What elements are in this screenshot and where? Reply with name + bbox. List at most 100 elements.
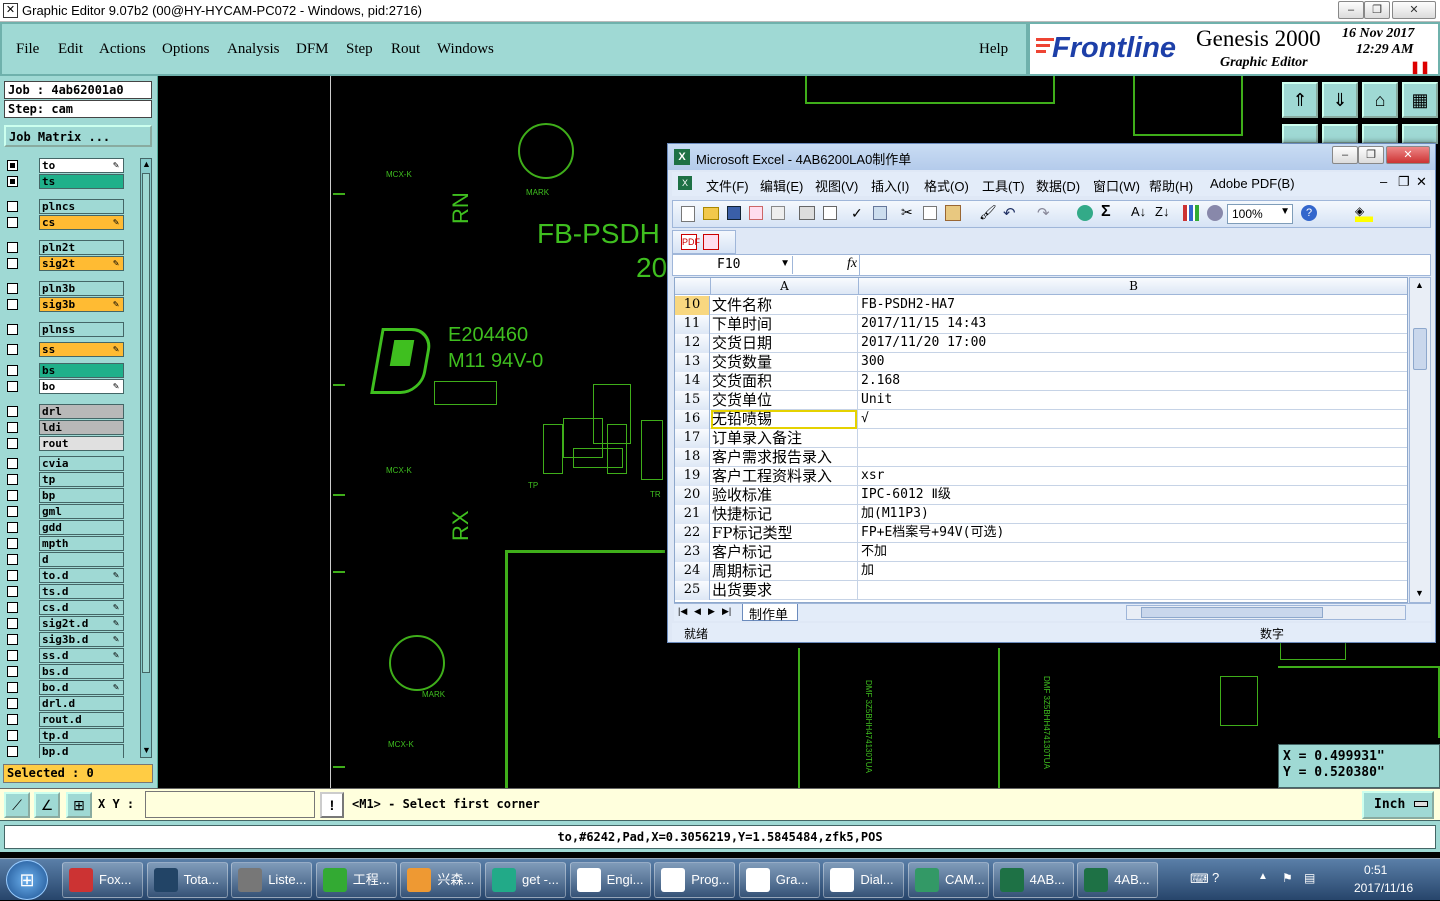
layer-name[interactable]: cvia (39, 456, 124, 471)
cell-a[interactable]: 下单时间 (711, 315, 858, 334)
table-row[interactable]: 10 文件名称 FB-PSDH2-HA7 (675, 296, 1407, 315)
tab-nav-prev-icon[interactable]: ◀ (694, 606, 701, 617)
fill-color-icon[interactable]: ◈ (1355, 204, 1373, 222)
layer-name[interactable]: ss.d ✎ (39, 648, 124, 663)
layer-row[interactable]: plncs (5, 199, 125, 214)
tool-button-7[interactable] (1362, 124, 1398, 144)
layer-name[interactable]: bo.d ✎ (39, 680, 124, 695)
menu-file[interactable]: File (16, 41, 39, 58)
layer-checkbox[interactable] (7, 666, 18, 677)
row-header[interactable]: 16 (675, 410, 710, 429)
cell-a[interactable]: 客户需求报告录入 (711, 448, 858, 467)
cell-b[interactable]: 2017/11/15 14:43 (859, 315, 1407, 334)
excel-menu-data[interactable]: 数据(D) (1036, 176, 1080, 195)
permission-icon[interactable] (749, 206, 763, 220)
layer-name[interactable]: bp.d (39, 744, 124, 758)
name-box[interactable]: F10 ▼ (675, 256, 793, 274)
table-row[interactable]: 12 交货日期 2017/11/20 17:00 (675, 334, 1407, 353)
taskbar-item[interactable]: 工程... (315, 862, 397, 898)
row-header[interactable]: 23 (675, 543, 710, 562)
layer-name[interactable]: drl.d (39, 696, 124, 711)
layer-checkbox[interactable] (7, 365, 18, 376)
taskbar-item[interactable]: Engi... (569, 862, 651, 898)
cell-a[interactable]: 客户标记 (711, 543, 858, 562)
tool-button-8[interactable] (1402, 124, 1438, 144)
layer-row[interactable]: to.d ✎ (5, 568, 125, 583)
open-icon[interactable] (703, 207, 719, 220)
start-button[interactable]: ⊞ (6, 860, 48, 900)
layer-row[interactable]: cs ✎ (5, 215, 125, 230)
cell-b[interactable] (859, 581, 1407, 600)
tool-button-4[interactable]: ▦ (1402, 82, 1438, 118)
email-icon[interactable] (771, 206, 785, 220)
excel-window[interactable]: X Microsoft Excel - 4AB6200LA0制作单 – ❐ ✕ … (667, 143, 1436, 643)
layer-checkbox[interactable] (7, 730, 18, 741)
row-header[interactable]: 14 (675, 372, 710, 391)
layer-checkbox[interactable] (7, 381, 18, 392)
layer-row[interactable]: bo ✎ (5, 379, 125, 394)
cell-b[interactable]: 2017/11/20 17:00 (859, 334, 1407, 353)
excel-menu-format[interactable]: 格式(O) (924, 176, 969, 195)
layer-checkbox[interactable] (7, 201, 18, 212)
scroll-up-icon[interactable]: ▲ (142, 159, 151, 171)
scroll-thumb[interactable] (1141, 607, 1323, 618)
select-all-corner[interactable] (675, 278, 711, 295)
table-row[interactable]: 11 下单时间 2017/11/15 14:43 (675, 315, 1407, 334)
redo-icon[interactable]: ↷ (1037, 204, 1050, 222)
layer-name[interactable]: pln2t (39, 240, 124, 255)
layer-name[interactable]: ts.d (39, 584, 124, 599)
horizontal-scrollbar[interactable] (1126, 605, 1406, 620)
layer-name[interactable]: bp (39, 488, 124, 503)
layer-row[interactable]: cvia (5, 456, 125, 471)
tool-button-1[interactable]: ⇑ (1282, 82, 1318, 118)
layer-row[interactable]: gml (5, 504, 125, 519)
scroll-thumb[interactable] (1413, 328, 1427, 370)
sort-desc-icon[interactable]: Z↓ (1155, 204, 1169, 219)
excel-menu-tools[interactable]: 工具(T) (982, 176, 1025, 195)
taskbar-item[interactable]: 4AB... (992, 862, 1074, 898)
layer-row[interactable]: ldi (5, 420, 125, 435)
table-row[interactable]: 23 客户标记 不加 (675, 543, 1407, 562)
paste-icon[interactable] (945, 205, 961, 221)
autosum-icon[interactable]: Σ (1101, 203, 1111, 221)
drawing-icon[interactable] (1207, 205, 1223, 221)
taskbar-item[interactable]: Fox... (62, 862, 143, 898)
menu-dfm[interactable]: DFM (296, 41, 329, 58)
exclamation-button[interactable]: ! (320, 792, 344, 818)
layer-checkbox[interactable] (7, 746, 18, 757)
zoom-select[interactable]: 100% ▼ (1227, 204, 1293, 224)
layer-row[interactable]: pln3b (5, 281, 125, 296)
row-header[interactable]: 21 (675, 505, 710, 524)
cell-b[interactable]: xsr (859, 467, 1407, 486)
menu-analysis[interactable]: Analysis (227, 41, 280, 58)
research-icon[interactable] (873, 206, 887, 220)
flag-icon[interactable]: ⚑ (1282, 871, 1293, 885)
maximize-button[interactable]: ❐ (1364, 1, 1390, 19)
pdf-convert-icon[interactable]: PDF (681, 234, 700, 250)
layer-name[interactable]: to ✎ (39, 158, 124, 173)
print-icon[interactable] (799, 206, 815, 220)
table-row[interactable]: 16 无铅喷锡 √ (675, 410, 1407, 429)
scroll-down-icon[interactable]: ▼ (142, 745, 151, 757)
table-row[interactable]: 17 订单录入备注 (675, 429, 1407, 448)
save-icon[interactable] (727, 206, 741, 220)
taskbar-item[interactable]: Prog... (654, 862, 736, 898)
layer-name[interactable]: cs.d ✎ (39, 600, 124, 615)
row-header[interactable]: 13 (675, 353, 710, 372)
layer-name[interactable]: gdd (39, 520, 124, 535)
layer-row[interactable]: tp.d (5, 728, 125, 743)
layer-row[interactable]: drl (5, 404, 125, 419)
layer-row[interactable]: bp.d (5, 744, 125, 758)
layer-name[interactable]: gml (39, 504, 124, 519)
table-row[interactable]: 24 周期标记加 (675, 562, 1407, 581)
excel-menu-file[interactable]: 文件(F) (706, 176, 749, 195)
layer-name[interactable]: bo ✎ (39, 379, 124, 394)
tool-button-2[interactable]: ⇓ (1322, 82, 1358, 118)
table-row[interactable]: 20 验收标准 IPC-6012 Ⅱ级 (675, 486, 1407, 505)
cell-a[interactable]: 交货面积 (711, 372, 858, 391)
row-header[interactable]: 15 (675, 391, 710, 410)
row-header[interactable]: 17 (675, 429, 710, 448)
cell-b[interactable]: FP+E档案号+94V(可选) (859, 524, 1407, 543)
layer-checkbox[interactable] (7, 538, 18, 549)
clock-date[interactable]: 2017/11/16 (1354, 881, 1413, 895)
